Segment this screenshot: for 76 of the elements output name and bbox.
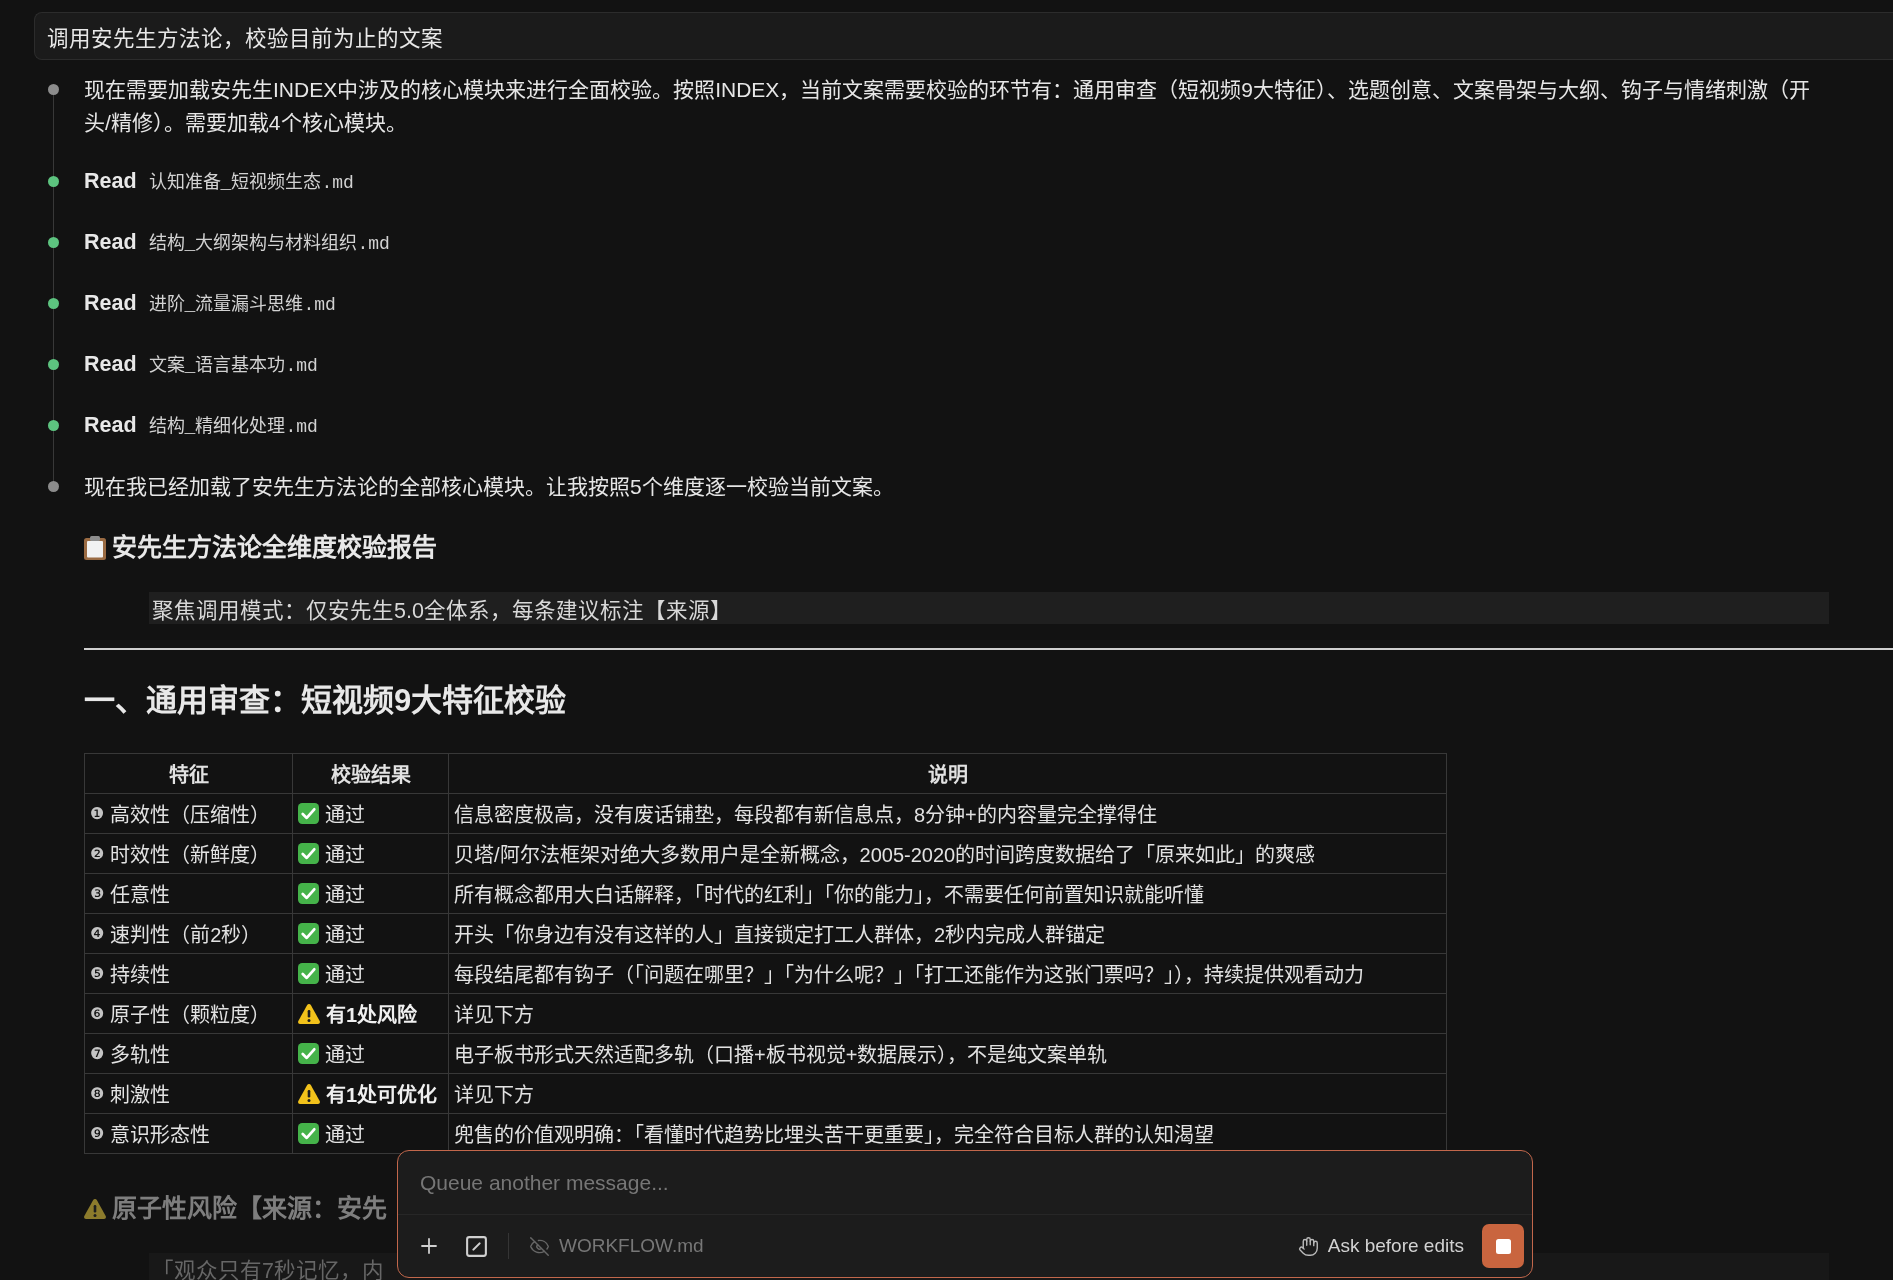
row-number: ❼ [90,1044,105,1063]
file-context-button[interactable]: WORKFLOW.md [529,1235,704,1257]
feature-name: 多轨性 [110,1043,171,1068]
row-number: ❸ [90,884,105,903]
mode-button[interactable]: Ask before edits [1297,1235,1464,1257]
result-text: 通过 [325,1123,365,1148]
table-cell: 所有概念都用大白话解释，「时代的红利」「你的能力」，不需要任何前置知识就能听懂 [448,873,1447,914]
check-icon [298,963,319,984]
feature-name: 刺激性 [110,1083,171,1108]
assistant-message: 现在需要加载安先生INDEX中涉及的核心模块来进行全面校验。按照INDEX，当前文案需要校验的环节有：通用审查（短视频9大特征）、选题创意、文案骨架与大纲、钩子与情绪刺激（开头/精修）。需要加载4个核心模块。 [84,77,1812,136]
table-cell: 详见下方 [448,993,1447,1034]
feature-name: 任意性 [110,883,171,908]
feature-name: 高效性（压缩性） [110,803,271,828]
warning-icon [84,1198,106,1219]
check-icon [298,1043,319,1064]
column-header: 说明 [448,753,1447,794]
stop-icon [1495,1238,1511,1254]
result-text: 通过 [325,923,365,948]
tool-label: Read [84,229,137,256]
check-icon [298,1123,319,1144]
tool-label: Read [84,290,137,317]
message-composer[interactable]: Queue another message... WORKFLOW.md Ask before edits [397,1150,1533,1278]
result-text: 通过 [325,843,365,868]
row-number: ❻ [90,1004,105,1023]
warning-icon [298,1003,320,1024]
user-message: 调用安先生方法论，校验目前为止的文案 [34,12,1893,60]
result-text: 通过 [325,963,365,988]
file-name: 结构_精细化处理.md [148,415,318,439]
table-cell: 开头「你身边有没有这样的人」直接锁定打工人群体，2秒内完成人群锚定 [448,913,1447,954]
result-text: 有1处风险 [326,1003,418,1028]
slash-square-icon [463,1233,489,1259]
row-number: ❷ [90,844,105,863]
warning-icon [298,1083,320,1104]
file-name: 文案_语言基本功.md [148,354,318,378]
assistant-message: 现在我已经加载了安先生方法论的全部核心模块。让我按照5个维度逐一校验当前文案。 [84,474,895,500]
quote-text: 「观众只有7秒记忆，内 [152,1257,384,1280]
stop-button[interactable] [1482,1224,1524,1268]
feature-name: 速判性（前2秒） [110,923,262,948]
section-heading: 一、通用审查：短视频9大特征校验 [84,682,568,720]
table-cell: 电子板书形式天然适配多轨（口播+板书视觉+数据展示），不是纯文案单轨 [448,1033,1447,1074]
column-header: 校验结果 [292,753,449,794]
row-number: ❹ [90,924,105,943]
eye-off-icon [529,1235,550,1257]
file-name: 认知准备_短视频生态.md [148,171,354,195]
row-number: ❾ [90,1124,105,1143]
check-icon [298,923,319,944]
column-header: 特征 [84,753,293,794]
feature-name: 原子性（颗粒度） [110,1003,271,1028]
row-number: ❶ [90,804,105,823]
clipboard-icon [84,535,106,560]
feature-name: 时效性（新鲜度） [110,843,271,868]
tool-label: Read [84,412,137,439]
file-name: 进阶_流量漏斗思维.md [148,293,336,317]
result-text: 有1处可优化 [326,1083,438,1108]
table-cell: 信息密度极高，没有废话铺垫，每段都有新信息点，8分钟+的内容量完全撑得住 [448,793,1447,834]
report-title: 安先生方法论全维度校验报告 [112,532,437,563]
row-number: ❺ [90,964,105,983]
table-cell: 每段结尾都有钩子（「问题在哪里？」「为什么呢？」「打工还能作为这张门票吗？」），持续提供观看动力 [448,953,1447,994]
check-icon [298,803,319,824]
tool-label: Read [84,168,137,195]
hand-icon [1297,1235,1319,1257]
result-text: 通过 [325,1043,365,1068]
check-icon [298,843,319,864]
row-number: ❽ [90,1084,105,1103]
check-icon [298,883,319,904]
result-text: 通过 [325,803,365,828]
message-input[interactable]: Queue another message... [420,1164,1510,1201]
feature-name: 意识形态性 [110,1123,211,1148]
result-text: 通过 [325,883,365,908]
table-cell: 详见下方 [448,1073,1447,1114]
table-cell: 贝塔/阿尔法框架对绝大多数用户是全新概念，2005-2020的时间跨度数据给了「原来如此」的爽感 [448,833,1447,874]
tool-label: Read [84,351,137,378]
subsection-heading: 原子性风险【来源：安先 [112,1193,387,1224]
feature-name: 持续性 [110,963,171,988]
quote-text: 聚焦调用模式：仅安先生5.0全体系，每条建议标注【来源】 [152,597,732,624]
file-name: 结构_大纲架构与材料组织.md [148,232,390,256]
